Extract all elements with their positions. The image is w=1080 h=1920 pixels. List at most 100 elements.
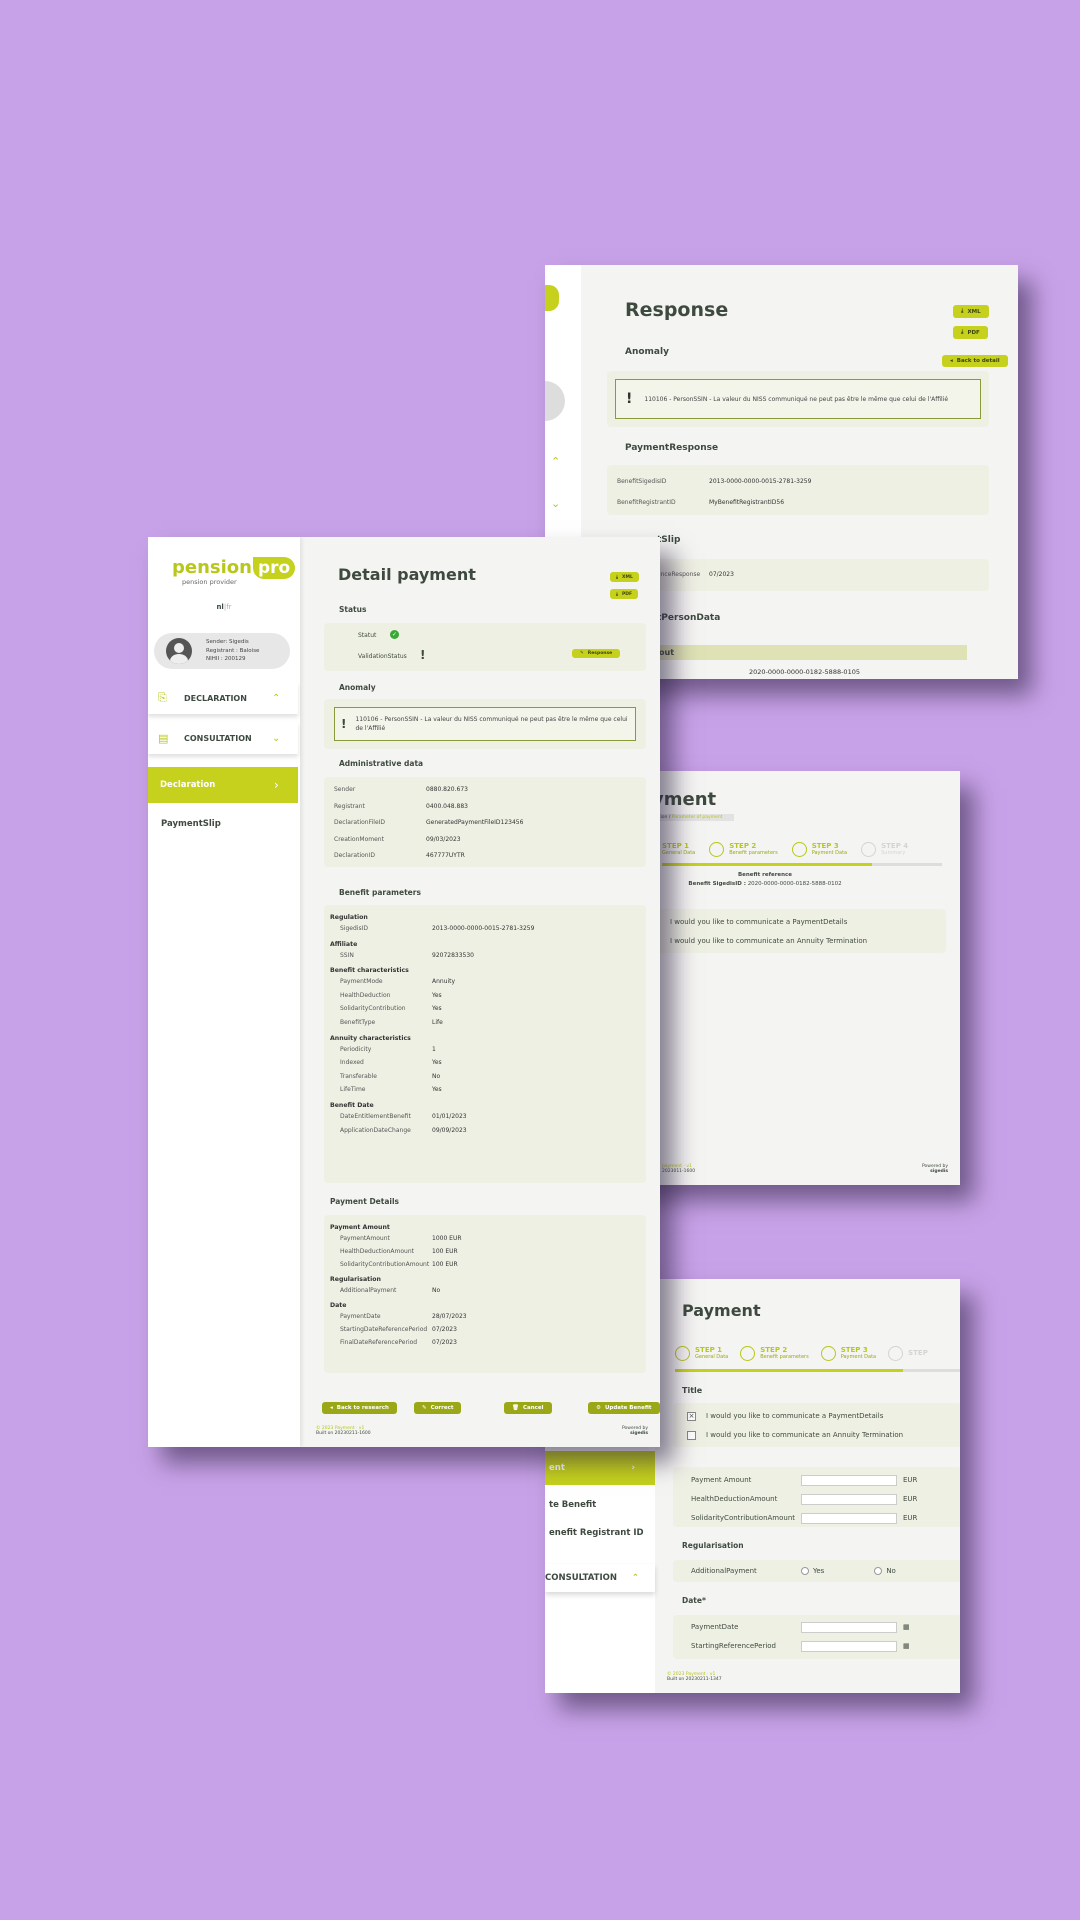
correct-button[interactable]: ✎ Correct	[414, 1394, 462, 1414]
step-1[interactable]: STEP 1 General Data	[662, 834, 695, 864]
kv-row: FinalDateReferencePeriod 07/2023	[330, 1336, 640, 1349]
declaration-icon: ⎘	[158, 691, 167, 704]
checkbox[interactable]	[687, 1431, 696, 1440]
radio-no[interactable]	[874, 1567, 883, 1575]
pdf-button[interactable]: ⤓ PDF	[953, 318, 988, 339]
payment-date-input[interactable]	[801, 1622, 897, 1633]
nav-declaration[interactable]: ⎘ DECLARATION ⌃	[148, 682, 298, 714]
kv-value: Annuity	[432, 978, 456, 986]
sidebar-item-active[interactable]: ent ›	[545, 1451, 655, 1485]
footer-build: Built on 20230211-1347	[667, 1677, 722, 1682]
user-card: Sender: Sigedis Registrant : Baloise NIH…	[154, 633, 290, 669]
option-annuity-termination[interactable]: I would you like to communicate an Annui…	[652, 932, 946, 951]
anomaly-heading: Anomaly	[339, 683, 376, 692]
kv-value: 0880.820.673	[426, 786, 468, 793]
step-2[interactable]: STEP 2 Benefit parameters	[740, 1338, 809, 1368]
kv-value: Life	[432, 1018, 443, 1026]
anomaly-heading: Anomaly	[625, 347, 669, 357]
payment-amount-input[interactable]	[801, 1475, 897, 1486]
logo-text: pension	[172, 557, 252, 578]
kv-key: BenefitType	[340, 1018, 376, 1026]
nav-item-declaration-active[interactable]: Declaration ›	[148, 767, 298, 803]
starting-period-input[interactable]	[801, 1641, 897, 1652]
kv-row: HealthDeductionAmount 100 EUR	[330, 1245, 640, 1258]
lang-nl[interactable]: nl	[216, 603, 223, 611]
sidebar-item-benefit[interactable]: te Benefit	[545, 1494, 596, 1516]
kv-key: PaymentDate	[340, 1313, 381, 1320]
warning-icon: !	[626, 391, 633, 407]
anomaly-text: 110106 - PersonSSIN - La valeur du NISS …	[644, 395, 949, 403]
kv-row: PaymentDate 28/07/2023	[330, 1310, 640, 1323]
calendar-icon[interactable]: ▦	[897, 1618, 910, 1637]
kv-value: 28/07/2023	[432, 1313, 467, 1320]
solidarity-input[interactable]	[801, 1513, 897, 1524]
calendar-icon[interactable]: ▦	[897, 1637, 910, 1656]
sidebar-item-registrant[interactable]: enefit Registrant ID	[545, 1522, 644, 1544]
step-sub: Summary	[881, 850, 906, 856]
kv-value: 2013-0000-0000-0015-2781-3259	[709, 478, 812, 485]
cancel-button[interactable]: 🗑 Cancel	[504, 1394, 552, 1414]
page-title: Detail payment	[338, 565, 476, 584]
payment-response-heading: PaymentResponse	[625, 443, 719, 453]
update-benefit-button[interactable]: ⚙ Update Benefit	[588, 1394, 660, 1414]
admin-box: Sender 0880.820.673 Registrant 0400.048.883…	[324, 777, 646, 867]
chevron-right-icon: ›	[274, 778, 279, 792]
back-to-research-button[interactable]: ◂ Back to research	[322, 1394, 397, 1414]
page-title: Payment	[682, 1301, 761, 1320]
sidebar-label: CONSULTATION	[545, 1573, 617, 1583]
step-4[interactable]: STEP	[888, 1338, 928, 1368]
nav-label: DECLARATION	[184, 693, 247, 703]
kv-row: CreationMoment 09/03/2023	[324, 832, 646, 849]
nav-consultation[interactable]: ▤ CONSULTATION ⌄	[148, 722, 298, 754]
option-annuity-termination[interactable]: I would you like to communicate an Annui…	[673, 1426, 960, 1445]
step-2[interactable]: STEP 2 Benefit parameters	[709, 834, 778, 864]
step-sub: Benefit parameters	[729, 850, 778, 856]
kv-value: 01/01/2023	[432, 1112, 467, 1120]
back-to-detail-button[interactable]: ◂ Back to detail	[942, 347, 1008, 367]
kv-key: PaymentAmount	[340, 1235, 390, 1242]
step-4[interactable]: STEP 4 Summary	[861, 834, 908, 864]
footer-build: 2023011-1600	[662, 1169, 696, 1174]
kv-row: StartingDateReferencePeriod 07/2023	[330, 1323, 640, 1336]
kv-row: Indexed Yes	[330, 1056, 640, 1070]
option-paymentdetails[interactable]: I would you like to communicate a Paymen…	[652, 913, 946, 932]
regularisation-heading: Regularisation	[682, 1541, 744, 1550]
kv-value: Yes	[432, 1059, 442, 1067]
title-options-box: × I would you like to communicate a Payme…	[673, 1403, 960, 1447]
kv-row: PaymentAmount 1000 EUR	[330, 1232, 640, 1245]
sidebar-label: ent	[549, 1463, 565, 1473]
kv-key: CreationMoment	[334, 835, 384, 843]
health-deduction-input[interactable]	[801, 1494, 897, 1505]
step-3[interactable]: STEP 3 Payment Data	[820, 1338, 876, 1368]
breadcrumb: ation / Parameter of payment	[652, 814, 734, 821]
chevron-up-icon[interactable]: ⌃	[551, 455, 560, 468]
step-1[interactable]: STEP 1 General Data	[675, 1338, 728, 1368]
radio-yes[interactable]	[801, 1567, 809, 1575]
lang-fr[interactable]: fr	[226, 603, 231, 611]
chevron-down-icon[interactable]: ⌄	[551, 497, 560, 510]
payment-response-box: BenefitSigedisID 2013-0000-0000-0015-2781…	[607, 465, 989, 515]
kv-key: Indexed	[340, 1059, 364, 1067]
nav-label: Declaration	[160, 780, 216, 790]
kv-key: SSIN	[340, 951, 354, 959]
group-heading: Benefit Date	[330, 1101, 374, 1109]
kv-row: ipPeriodReferenceResponse07/2023	[607, 559, 989, 591]
xml-button[interactable]: ⤓ XML	[953, 297, 989, 318]
option-paymentdetails[interactable]: × I would you like to communicate a Payme…	[673, 1407, 960, 1426]
warning-icon: !	[420, 648, 426, 662]
check-circle-icon: ✓	[390, 630, 399, 639]
button-label: Update Benefit	[604, 1405, 652, 1411]
nav-item-paymentslip[interactable]: PaymentSlip	[161, 819, 221, 829]
pdf-button[interactable]: ⤓ PDF	[610, 580, 639, 599]
kv-row: SigedisID 2013-0000-0000-0015-2781-3259	[330, 922, 640, 936]
checkbox-checked[interactable]: ×	[687, 1412, 696, 1421]
footer-build: Built on 20230211-1600	[316, 1431, 371, 1436]
kv-row: SolidarityContribution Yes	[330, 1002, 640, 1016]
kv-value: No	[432, 1287, 441, 1294]
step-3[interactable]: STEP 3 Payment Data	[791, 834, 847, 864]
kv-key: Transferable	[340, 1072, 377, 1080]
ref-value: 2020-0000-0000-0182-5888-0102	[747, 881, 842, 887]
kv-row: PaymentMode Annuity	[330, 975, 640, 989]
sidebar-item-consultation[interactable]: CONSULTATION ⌃	[545, 1564, 655, 1592]
response-button[interactable]: ✎ Response	[572, 639, 621, 658]
